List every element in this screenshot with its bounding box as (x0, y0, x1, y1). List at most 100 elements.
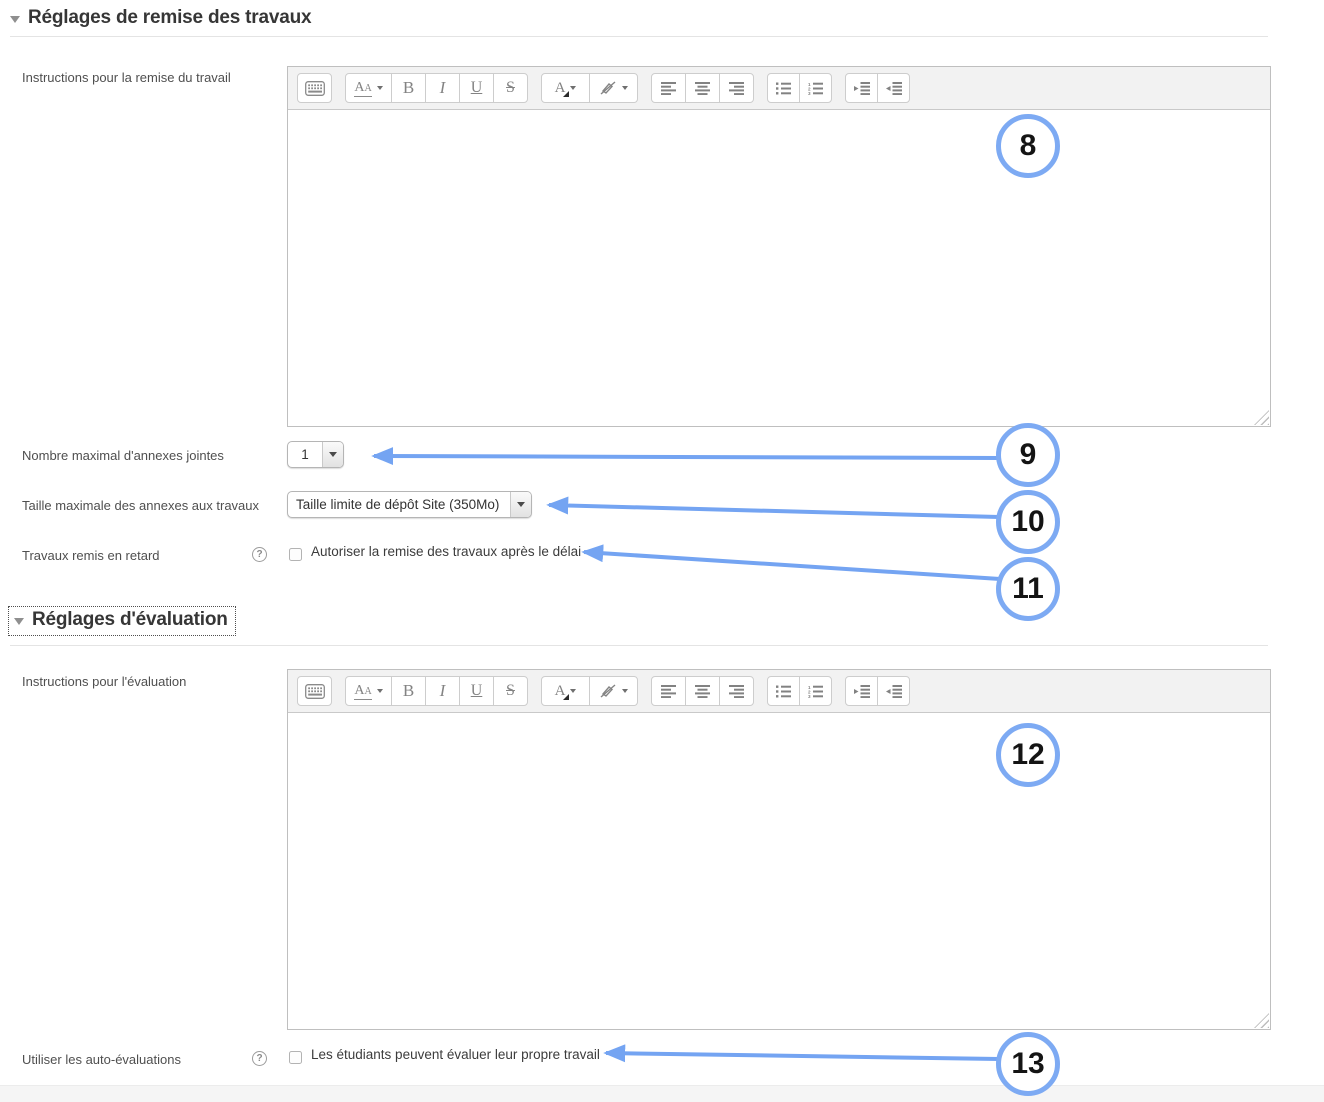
underline-button[interactable]: U (459, 676, 494, 706)
annotation-circle-10: 10 (996, 490, 1060, 554)
annotation-arrow-13 (606, 1053, 999, 1059)
toggle-toolbar-icon (305, 684, 325, 699)
outdent-button[interactable] (877, 73, 910, 103)
indent-icon (854, 82, 870, 95)
align-right-icon (729, 685, 745, 698)
annotation-number: 8 (1020, 129, 1037, 163)
annotation-circle-9: 9 (996, 423, 1060, 487)
annotation-circle-13: 13 (996, 1032, 1060, 1096)
indent-button[interactable] (845, 73, 878, 103)
instructions-assessment-label: Instructions pour l'évaluation (22, 674, 186, 689)
self-assessment-checkbox[interactable] (289, 1051, 302, 1064)
bullet-list-icon (776, 82, 791, 95)
outdent-button[interactable] (877, 676, 910, 706)
toggle-toolbar-button[interactable] (297, 73, 332, 103)
annotation-circle-11: 11 (996, 557, 1060, 621)
max-attachments-select[interactable]: 1 (287, 441, 344, 468)
bullet-list-button[interactable] (767, 676, 800, 706)
align-center-icon (695, 82, 711, 95)
italic-button[interactable]: I (425, 676, 460, 706)
align-left-button[interactable] (651, 676, 686, 706)
chevron-down-icon (570, 86, 576, 90)
self-assessment-checkbox-label: Les étudiants peuvent évaluer leur propr… (311, 1047, 600, 1062)
align-right-button[interactable] (719, 73, 754, 103)
bullet-list-button[interactable] (767, 73, 800, 103)
annotation-number: 13 (1011, 1047, 1044, 1081)
text-color-button[interactable]: A (541, 676, 590, 706)
annotation-circle-8: 8 (996, 114, 1060, 178)
bold-button[interactable]: B (391, 676, 426, 706)
toggle-toolbar-icon (305, 81, 325, 96)
select-value: Taille limite de dépôt Site (350Mo) (288, 492, 510, 517)
section-divider (10, 645, 1268, 646)
numbered-list-icon: 1 2 3 (808, 82, 823, 95)
chevron-down-icon (570, 689, 576, 693)
numbered-list-button[interactable]: 1 2 3 (799, 676, 832, 706)
svg-text:3: 3 (808, 694, 811, 698)
late-submissions-label: Travaux remis en retard (22, 548, 160, 563)
chevron-down-icon (377, 689, 383, 693)
numbered-list-icon: 1 2 3 (808, 685, 823, 698)
text-color-icon: A (555, 684, 566, 699)
late-submissions-checkbox-label: Autoriser la remise des travaux après le… (311, 544, 581, 559)
max-size-label: Taille maximale des annexes aux travaux (22, 498, 259, 513)
italic-button[interactable]: I (425, 73, 460, 103)
section-header-assessment[interactable]: Réglages d'évaluation (8, 606, 236, 636)
text-color-button[interactable]: A (541, 73, 590, 103)
resize-handle-icon[interactable] (1254, 410, 1269, 425)
strikethrough-button[interactable]: S (493, 676, 528, 706)
collapse-toggle-icon (14, 618, 24, 625)
outdent-icon (886, 82, 902, 95)
submission-instructions-textarea[interactable] (288, 110, 1270, 426)
chevron-down-icon (377, 86, 383, 90)
indent-button[interactable] (845, 676, 878, 706)
align-center-icon (695, 685, 711, 698)
underline-button[interactable]: U (459, 73, 494, 103)
annotation-circle-12: 12 (996, 723, 1060, 787)
align-center-button[interactable] (685, 73, 720, 103)
section-header-submission[interactable]: Réglages de remise des travaux (10, 7, 311, 29)
assessment-instructions-editor: AA B I U S A (287, 669, 1271, 1030)
annotation-number: 10 (1011, 505, 1044, 539)
section-title: Réglages d'évaluation (32, 609, 228, 631)
svg-text:3: 3 (808, 91, 811, 95)
align-center-button[interactable] (685, 676, 720, 706)
assessment-instructions-textarea[interactable] (288, 713, 1270, 1029)
strikethrough-button[interactable]: S (493, 73, 528, 103)
instructions-submission-label: Instructions pour la remise du travail (22, 70, 231, 85)
section-title: Réglages de remise des travaux (28, 7, 311, 29)
font-family-icon: AA (354, 79, 371, 97)
annotation-number: 11 (1012, 572, 1044, 606)
highlight-color-button[interactable] (589, 73, 638, 103)
highlight-pen-icon (600, 81, 617, 95)
align-left-icon (661, 82, 677, 95)
chevron-down-icon (622, 86, 628, 90)
annotation-arrow-9 (374, 456, 999, 458)
select-arrow-icon (510, 492, 531, 517)
bold-button[interactable]: B (391, 73, 426, 103)
align-right-button[interactable] (719, 676, 754, 706)
resize-handle-icon[interactable] (1254, 1013, 1269, 1028)
help-icon[interactable]: ? (252, 547, 267, 562)
max-size-select[interactable]: Taille limite de dépôt Site (350Mo) (287, 491, 532, 518)
indent-icon (854, 685, 870, 698)
font-family-button[interactable]: AA (345, 73, 392, 103)
font-family-icon: AA (354, 682, 371, 700)
numbered-list-button[interactable]: 1 2 3 (799, 73, 832, 103)
collapse-toggle-icon (10, 16, 20, 23)
chevron-down-icon (622, 689, 628, 693)
submission-instructions-editor: AA B I U S A (287, 66, 1271, 427)
select-value: 1 (288, 442, 322, 467)
toggle-toolbar-button[interactable] (297, 676, 332, 706)
help-icon[interactable]: ? (252, 1051, 267, 1066)
highlight-pen-icon (600, 684, 617, 698)
page-bottom-band (0, 1085, 1324, 1102)
section-divider (10, 36, 1268, 37)
annotation-arrow-10 (549, 505, 999, 517)
highlight-color-button[interactable] (589, 676, 638, 706)
late-submissions-checkbox[interactable] (289, 548, 302, 561)
bullet-list-icon (776, 685, 791, 698)
font-family-button[interactable]: AA (345, 676, 392, 706)
annotation-number: 12 (1011, 738, 1044, 772)
align-left-button[interactable] (651, 73, 686, 103)
